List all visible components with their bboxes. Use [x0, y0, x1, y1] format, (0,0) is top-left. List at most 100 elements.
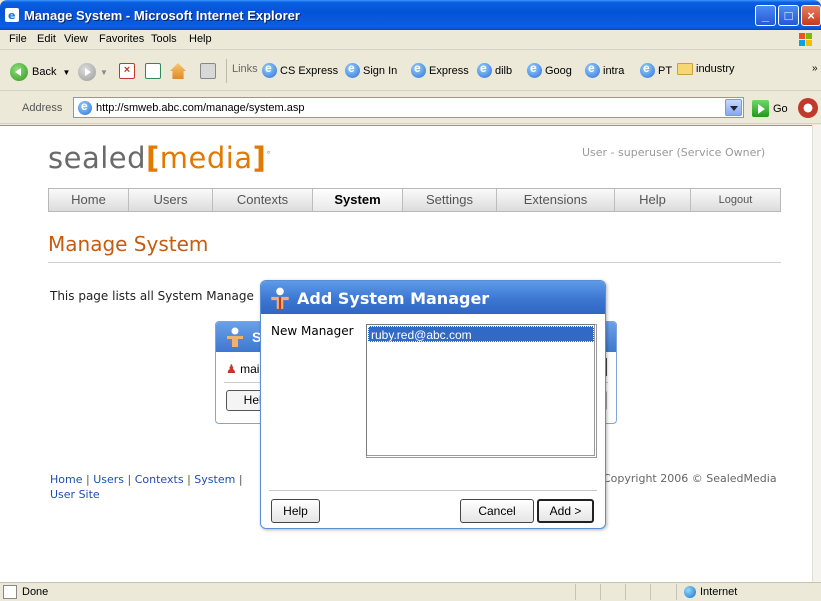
- minimize-button[interactable]: _: [755, 5, 776, 26]
- back-arrow-icon: [10, 63, 28, 81]
- link-pt[interactable]: PT: [640, 61, 673, 78]
- home-button[interactable]: [170, 63, 186, 79]
- footer-link-user-site[interactable]: User Site: [50, 488, 100, 501]
- back-dropdown-icon[interactable]: ▼: [62, 68, 70, 77]
- help-button[interactable]: Help: [271, 499, 320, 523]
- footer-pipe: |: [238, 473, 243, 486]
- nav-help[interactable]: Help: [615, 189, 691, 211]
- refresh-button[interactable]: [145, 63, 161, 79]
- window-title-bar[interactable]: e Manage System - Microsoft Internet Exp…: [0, 0, 821, 30]
- new-manager-label: New Manager: [271, 324, 354, 338]
- user-icon: [271, 287, 289, 309]
- nav-contexts[interactable]: Contexts: [213, 189, 313, 211]
- ie-page-icon: [640, 61, 655, 78]
- acrobat-icon[interactable]: [798, 98, 818, 118]
- user-icon: [227, 327, 243, 347]
- toolbar: Back ▼ ▼ × Links CS Express Sign In Expr…: [0, 51, 821, 91]
- link-cs-express[interactable]: CS Express: [262, 61, 339, 78]
- status-cell: [650, 584, 651, 600]
- sealedmedia-logo: sealed[media]°: [48, 141, 271, 175]
- address-bar: Address http://smweb.abc.com/manage/syst…: [0, 92, 821, 124]
- print-button[interactable]: [200, 63, 216, 79]
- manager-row[interactable]: ♟ mai: [226, 362, 259, 376]
- ie-page-icon: [585, 61, 600, 78]
- security-zone: Internet: [700, 586, 738, 598]
- status-cell: [575, 584, 576, 600]
- add-system-manager-dialog: Add System Manager New Manager ruby.red@…: [260, 280, 606, 529]
- status-cell: [676, 584, 677, 600]
- vertical-scrollbar[interactable]: [812, 125, 821, 582]
- menu-tools[interactable]: Tools: [151, 33, 177, 45]
- nav-home[interactable]: Home: [49, 189, 129, 211]
- folder-label: industry: [696, 63, 735, 75]
- footer-link-users[interactable]: Users: [93, 473, 124, 486]
- nav-extensions[interactable]: Extensions: [497, 189, 615, 211]
- toolbar-overflow-chevron[interactable]: »: [812, 63, 818, 74]
- forward-button[interactable]: ▼: [78, 63, 108, 81]
- ie-page-icon: [477, 61, 492, 78]
- footer-link-system[interactable]: System: [194, 473, 235, 486]
- menu-favorites[interactable]: Favorites: [99, 33, 144, 45]
- go-button[interactable]: Go: [752, 100, 788, 117]
- nav-logout[interactable]: Logout: [691, 189, 780, 211]
- stop-icon: ×: [119, 63, 135, 79]
- status-cell: [600, 584, 601, 600]
- logo-text-media: media: [159, 141, 253, 175]
- dialog-title: Add System Manager: [297, 289, 490, 308]
- close-button[interactable]: ×: [801, 5, 821, 26]
- footer-links: Home | Users | Contexts | System | User …: [50, 473, 243, 501]
- maximize-icon: □: [784, 8, 793, 23]
- nav-system[interactable]: System: [313, 189, 403, 211]
- footer-link-contexts[interactable]: Contexts: [135, 473, 184, 486]
- status-bar: Done Internet: [0, 582, 821, 601]
- menu-file[interactable]: File: [9, 33, 27, 45]
- footer-link-home[interactable]: Home: [50, 473, 82, 486]
- user-info: User - superuser (Service Owner): [582, 146, 766, 159]
- link-goog[interactable]: Goog: [527, 61, 572, 78]
- link-dilb[interactable]: dilb: [477, 61, 512, 78]
- new-manager-listbox[interactable]: ruby.red@abc.com: [366, 324, 597, 458]
- link-label: CS Express: [280, 64, 339, 77]
- link-label: Sign In: [363, 64, 398, 77]
- go-arrow-icon: [752, 100, 769, 117]
- link-label: PT: [658, 64, 673, 77]
- back-button[interactable]: Back ▼: [10, 63, 70, 81]
- window-title: Manage System - Microsoft Internet Explo…: [24, 8, 300, 23]
- toolbar-separator: [226, 59, 227, 83]
- manager-option-selected[interactable]: ruby.red@abc.com: [368, 326, 594, 342]
- add-button[interactable]: Add >: [537, 499, 594, 523]
- logo-bracket-open: [: [146, 141, 160, 175]
- menu-help[interactable]: Help: [189, 33, 212, 45]
- link-intra[interactable]: intra: [585, 61, 624, 78]
- menu-bar: File Edit View Favorites Tools Help: [0, 30, 821, 50]
- go-label: Go: [773, 102, 788, 115]
- link-express[interactable]: Express: [411, 61, 469, 78]
- address-dropdown-icon[interactable]: [725, 99, 742, 116]
- page-icon: [78, 99, 92, 115]
- link-label: Goog: [545, 64, 572, 77]
- nav-settings[interactable]: Settings: [403, 189, 497, 211]
- address-input[interactable]: http://smweb.abc.com/manage/system.asp: [73, 97, 744, 118]
- nav-users[interactable]: Users: [129, 189, 213, 211]
- maximize-button[interactable]: □: [778, 5, 799, 26]
- refresh-icon: [145, 63, 161, 79]
- stop-button[interactable]: ×: [119, 63, 135, 79]
- print-icon: [200, 63, 216, 79]
- link-label: Express: [429, 64, 469, 77]
- status-cell: [625, 584, 626, 600]
- cancel-button[interactable]: Cancel: [460, 499, 534, 523]
- dialog-header[interactable]: Add System Manager: [261, 281, 605, 314]
- forward-dropdown-icon[interactable]: ▼: [100, 68, 108, 77]
- menu-view[interactable]: View: [64, 33, 88, 45]
- dialog-divider: [269, 490, 597, 491]
- minimize-icon: _: [761, 8, 770, 23]
- back-label: Back: [32, 66, 57, 78]
- link-sign-in[interactable]: Sign In: [345, 61, 398, 78]
- close-icon: ×: [807, 8, 815, 23]
- menu-edit[interactable]: Edit: [37, 33, 56, 45]
- link-industry-folder[interactable]: industry: [677, 63, 735, 75]
- page-title: Manage System: [48, 232, 209, 256]
- svg-text:e: e: [8, 9, 15, 22]
- ie-logo-icon: e: [5, 8, 19, 22]
- windows-flag-icon: [799, 33, 812, 46]
